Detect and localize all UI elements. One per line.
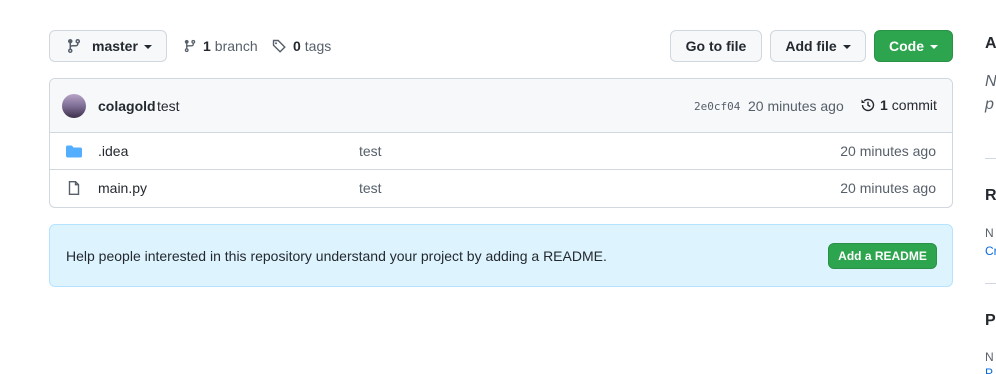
tags-link[interactable]: 0 tags [271,38,331,54]
file-commit-message[interactable]: test [359,143,382,159]
sidebar-divider [985,158,996,159]
chevron-down-icon [842,45,851,49]
file-age: 20 minutes ago [840,143,936,159]
latest-commit-bar: colagold test 2e0cf04 20 minutes ago 1 c… [50,79,952,133]
go-to-file-button[interactable]: Go to file [670,30,762,62]
branch-name: master [92,38,138,54]
folder-icon [66,145,82,158]
packages-heading[interactable]: P [985,312,996,330]
file-name[interactable]: main.py [98,180,147,196]
file-age: 20 minutes ago [840,180,936,196]
publish-package-link[interactable]: P [985,366,993,374]
file-row[interactable]: main.py test 20 minutes ago [50,170,952,207]
code-button[interactable]: Code [874,30,953,62]
commit-history-link[interactable]: 1 commit [860,97,937,113]
file-name[interactable]: .idea [98,143,128,159]
code-label: Code [889,38,924,54]
history-icon [861,98,875,112]
commit-message[interactable]: test [157,98,180,114]
tag-label: tags [304,38,332,54]
add-readme-button[interactable]: Add a README [828,243,937,269]
commit-author[interactable]: colagold [98,98,156,114]
go-to-file-label: Go to file [685,38,747,54]
about-heading: A [985,35,996,52]
create-release-link[interactable]: Cr [985,244,996,258]
branches-link[interactable]: 1 branch [183,38,258,54]
readme-prompt-text: Help people interested in this repositor… [66,248,607,264]
packages-text: N [985,350,994,364]
about-description: N [985,73,996,90]
about-description: p [985,96,994,113]
branch-select-button[interactable]: master [49,30,167,62]
avatar[interactable] [62,94,86,118]
chevron-down-icon [143,45,152,49]
chevron-down-icon [930,45,938,49]
releases-text: N [985,226,994,240]
readme-banner: Help people interested in this repositor… [49,224,953,287]
commit-time: 20 minutes ago [748,98,844,114]
file-icon [68,181,80,195]
file-listing: colagold test 2e0cf04 20 minutes ago 1 c… [49,78,953,208]
file-commit-message[interactable]: test [359,180,382,196]
tag-icon [272,39,286,53]
file-row[interactable]: .idea test 20 minutes ago [50,133,952,170]
commit-count-label: commit [891,97,937,113]
tag-count: 0 [293,38,301,54]
branch-label: branch [214,38,258,54]
sidebar-divider [985,283,996,284]
git-branch-icon [184,39,196,53]
add-file-button[interactable]: Add file [770,30,866,62]
commit-sha[interactable]: 2e0cf04 [694,100,740,113]
releases-heading[interactable]: R [985,187,996,205]
commit-count: 1 [880,97,888,113]
add-file-label: Add file [785,38,837,54]
git-branch-icon [67,39,80,54]
branch-count: 1 [203,38,211,54]
